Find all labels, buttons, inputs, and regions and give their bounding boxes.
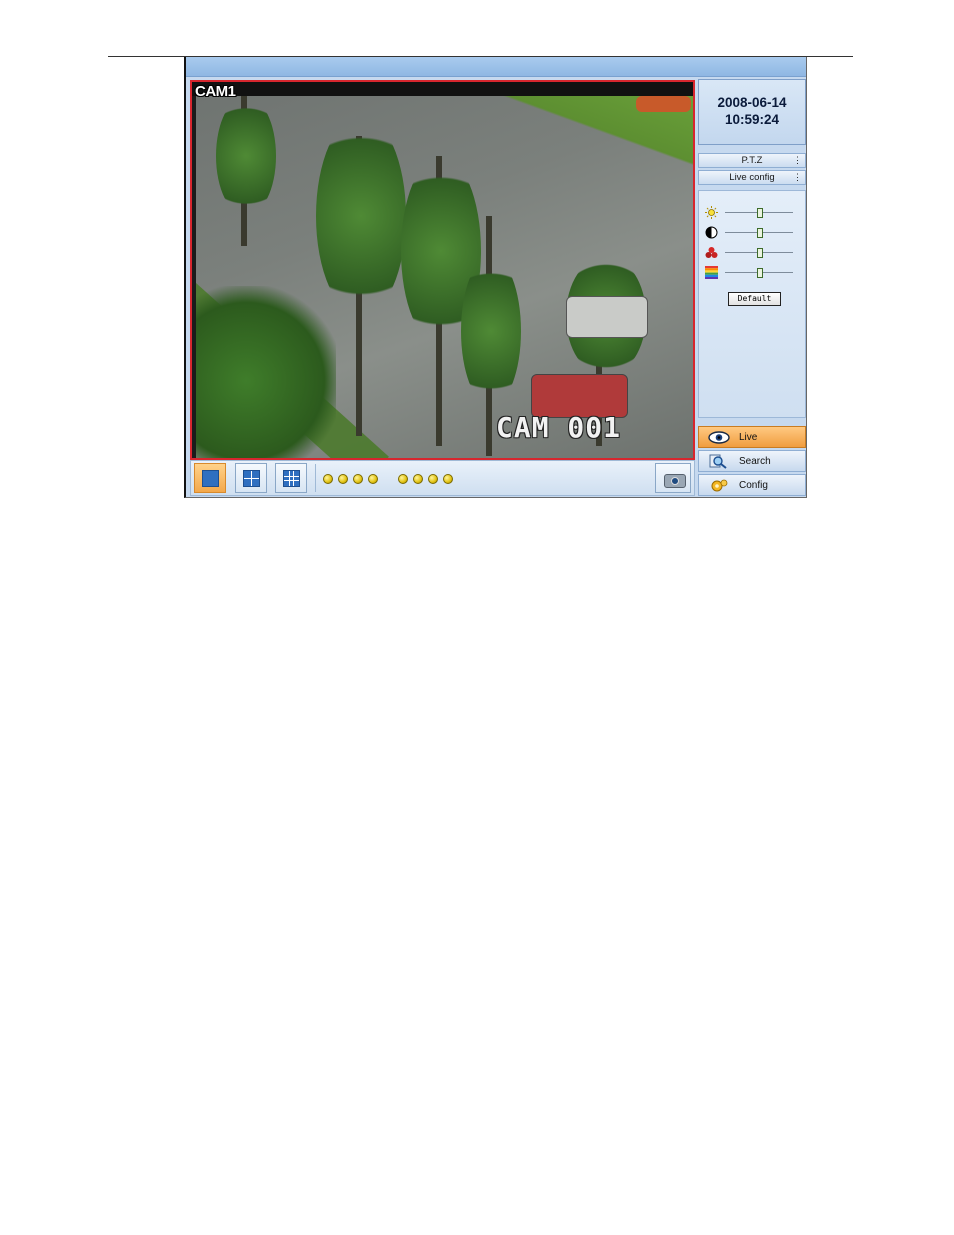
contrast-icon xyxy=(705,226,718,239)
video-header-band xyxy=(192,82,693,96)
channel-dot-1[interactable] xyxy=(323,474,333,484)
camera-icon xyxy=(664,474,686,488)
nav-search-label: Search xyxy=(739,456,771,467)
nine-view-button[interactable] xyxy=(275,463,307,493)
nav-search-button[interactable]: Search xyxy=(698,450,806,472)
time-text: 10:59:24 xyxy=(724,112,780,127)
tab-live-config-label: Live config xyxy=(729,172,775,183)
kebab-icon: ⋮ xyxy=(793,172,802,182)
sun-icon xyxy=(705,206,718,219)
default-button[interactable]: Default xyxy=(728,292,781,306)
tab-live-config[interactable]: Live config ⋮ xyxy=(698,170,806,185)
channel-dot-8[interactable] xyxy=(443,474,453,484)
rainbow-icon xyxy=(705,266,718,279)
saturation-slider-track[interactable] xyxy=(725,248,793,258)
quad-view-icon xyxy=(243,470,260,487)
silver-car xyxy=(566,296,648,338)
title-bar xyxy=(186,57,806,77)
image-adjust-panel: Default xyxy=(698,190,806,418)
tree-canopy xyxy=(316,116,406,316)
channel-dot-6[interactable] xyxy=(413,474,423,484)
bushes xyxy=(196,286,336,458)
tab-ptz-label: P.T.Z xyxy=(741,155,763,166)
hue-slider-track[interactable] xyxy=(725,268,793,278)
tree-canopy xyxy=(461,256,521,406)
date-text: 2008-06-14 xyxy=(717,95,787,110)
camera-osd-text: CAM 001 xyxy=(495,411,621,444)
toolbar-separator xyxy=(315,464,316,492)
nav-config-button[interactable]: Config xyxy=(698,474,806,496)
dvr-client-window: CAM1 CAM 001 2008-06-14 10:59:24 P.T.Z ⋮… xyxy=(184,57,807,498)
channel-dot-3[interactable] xyxy=(353,474,363,484)
eye-icon xyxy=(708,431,730,444)
bottom-toolbar xyxy=(190,460,695,496)
contrast-slider-track[interactable] xyxy=(725,228,793,238)
tree-canopy xyxy=(216,96,276,216)
channel-dot-5[interactable] xyxy=(398,474,408,484)
video-view[interactable]: CAM1 CAM 001 xyxy=(190,80,695,460)
color-balls-icon xyxy=(705,247,718,258)
camera-name-label: CAM1 xyxy=(195,83,236,100)
channel-dot-7[interactable] xyxy=(428,474,438,484)
camera-feed-image xyxy=(196,96,693,458)
saturation-row xyxy=(705,246,801,260)
nine-view-icon xyxy=(283,470,300,487)
kebab-icon: ⋮ xyxy=(793,155,802,165)
single-view-button[interactable] xyxy=(194,463,226,493)
brightness-row xyxy=(705,206,801,220)
saturation-slider-thumb[interactable] xyxy=(757,248,763,258)
tab-ptz[interactable]: P.T.Z ⋮ xyxy=(698,153,806,168)
gear-icon xyxy=(711,479,728,492)
contrast-slider-thumb[interactable] xyxy=(757,228,763,238)
nav-live-button[interactable]: Live xyxy=(698,426,806,448)
datetime-display: 2008-06-14 10:59:24 xyxy=(698,79,806,145)
channel-dot-4[interactable] xyxy=(368,474,378,484)
quad-view-button[interactable] xyxy=(235,463,267,493)
single-view-icon xyxy=(202,470,219,487)
channel-dot-2[interactable] xyxy=(338,474,348,484)
magnifier-icon xyxy=(709,454,727,469)
nav-live-label: Live xyxy=(739,432,758,443)
brightness-slider-thumb[interactable] xyxy=(757,208,763,218)
contrast-row xyxy=(705,226,801,240)
snapshot-button[interactable] xyxy=(655,463,691,493)
brightness-slider-track[interactable] xyxy=(725,208,793,218)
hue-slider-thumb[interactable] xyxy=(757,268,763,278)
hue-row xyxy=(705,266,801,280)
nav-config-label: Config xyxy=(739,480,768,491)
parked-truck xyxy=(636,96,691,112)
